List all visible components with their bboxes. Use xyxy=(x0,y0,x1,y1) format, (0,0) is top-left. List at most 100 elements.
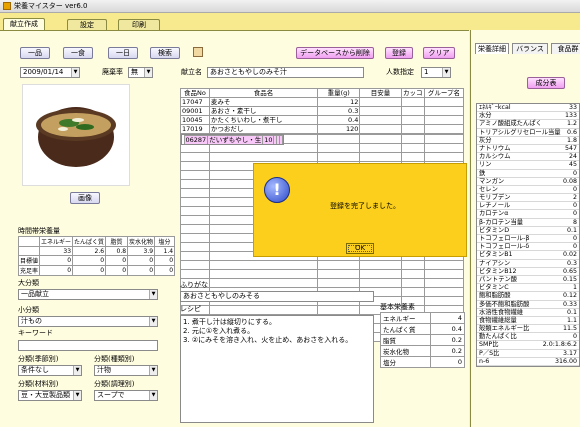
table-row[interactable] xyxy=(180,278,465,288)
recipe-textarea[interactable]: 1. 煮干し汁は縦切りにする。 2. 元に①を入れ煮る。 3. ②にみそを溶き入… xyxy=(180,315,374,423)
tab-balance[interactable]: バランス xyxy=(512,43,548,54)
weight-cell[interactable] xyxy=(317,143,361,153)
tab-settings[interactable]: 設定 xyxy=(67,19,107,30)
table-row[interactable] xyxy=(180,260,465,270)
table-row[interactable]: 09001 あおさ・素干し 0.3 xyxy=(180,106,465,116)
ok-button[interactable]: OK xyxy=(346,243,374,254)
measure-cell[interactable] xyxy=(359,269,402,279)
recipe-line: 2. 元に①を入れ煮る。 xyxy=(183,327,255,335)
table-row[interactable]: 06287 だいずもやし・生 10 xyxy=(180,134,285,145)
table-row[interactable]: 10045 かたくちいわし・煮干し 0.4 xyxy=(180,115,465,125)
nutrient-value: 0 xyxy=(572,185,577,193)
chevron-down-icon[interactable]: ▼ xyxy=(71,68,79,77)
nutrient-name: 多価不飽和脂肪酸 xyxy=(479,300,530,308)
date-select[interactable]: 2009/01/14 ▼ xyxy=(20,67,80,78)
measure-cell[interactable] xyxy=(359,278,402,288)
kind-select[interactable]: 汁物 ▼ xyxy=(94,365,158,376)
table-row[interactable] xyxy=(180,152,465,162)
weight-cell[interactable]: 0.4 xyxy=(317,115,361,125)
weight-cell[interactable]: 10 xyxy=(262,135,275,144)
nutrient-name: モリブデン xyxy=(479,194,511,202)
material-select[interactable]: 豆・大豆製品類 ▼ xyxy=(18,390,82,401)
weight-cell[interactable] xyxy=(317,278,361,288)
weight-cell[interactable] xyxy=(317,269,361,279)
food-name-cell xyxy=(208,269,319,279)
chevron-down-icon[interactable]: ▼ xyxy=(73,391,81,400)
edit-icon[interactable] xyxy=(193,47,203,57)
nutrient-name: ビタミンB1 xyxy=(479,251,513,259)
chevron-down-icon[interactable]: ▼ xyxy=(442,68,450,77)
weight-cell[interactable]: 120 xyxy=(317,124,361,134)
nutrient-value: 1.1 xyxy=(566,316,577,324)
chevron-down-icon[interactable]: ▼ xyxy=(73,366,81,375)
weight-cell[interactable] xyxy=(317,134,361,144)
food-no-cell: 17019 xyxy=(180,124,210,134)
measure-cell[interactable] xyxy=(359,260,402,270)
waste-rate-select[interactable]: 無 ▼ xyxy=(128,67,153,78)
delete-from-db-button[interactable]: データベースから削除 xyxy=(296,47,374,59)
chevron-down-icon[interactable]: ▼ xyxy=(149,290,157,299)
basic-value: 0 xyxy=(430,356,465,368)
composition-table-button[interactable]: 成分表 xyxy=(527,77,565,89)
tab-food-group[interactable]: 食品群 xyxy=(551,43,580,54)
chevron-down-icon[interactable]: ▼ xyxy=(149,391,157,400)
food-name-cell xyxy=(208,260,319,270)
nutrient-row: 多価不飽和脂肪酸 0.33 xyxy=(477,301,579,309)
food-no-cell: 10045 xyxy=(180,115,210,125)
clear-button[interactable]: クリア xyxy=(423,47,455,59)
food-no-cell: 09001 xyxy=(180,106,210,116)
table-row[interactable]: 17019 かつおだし 120 xyxy=(180,124,465,134)
table-row[interactable] xyxy=(180,269,465,279)
tab-nutrient-detail[interactable]: 栄養詳細 xyxy=(475,43,509,54)
table-row: 33 2.6 0.8 3.9 1.4 xyxy=(17,246,176,256)
nutrient-name: n-6 xyxy=(479,357,490,365)
class-small-select[interactable]: 汁もの ▼ xyxy=(18,316,158,327)
register-button[interactable]: 登録 xyxy=(385,47,413,59)
keyword-field[interactable] xyxy=(18,340,158,351)
measure-cell[interactable] xyxy=(359,124,402,134)
group-cell xyxy=(423,134,465,144)
nutrient-value: 316.00 xyxy=(554,357,577,365)
tab-menu-create[interactable]: 献立作成 xyxy=(3,18,45,30)
furigana-field[interactable]: あおさともやしのみそる xyxy=(180,291,374,302)
nutrient-name: ビタミンD xyxy=(479,226,510,234)
table-row: 目標値 0 0 0 0 0 xyxy=(17,255,176,266)
season-select[interactable]: 条件なし ▼ xyxy=(18,365,82,376)
search-button[interactable]: 検索 xyxy=(150,47,180,59)
basic-name: エネルギー xyxy=(380,312,431,324)
weight-cell[interactable] xyxy=(317,152,361,162)
bracket-cell xyxy=(400,134,425,144)
row-label: 充足率 xyxy=(17,265,41,276)
nutrient-name: 飽和脂肪酸 xyxy=(479,292,511,300)
cooking-select[interactable]: スープで ▼ xyxy=(94,390,158,401)
measure-cell[interactable] xyxy=(359,106,402,116)
tab-print[interactable]: 印刷 xyxy=(118,19,160,30)
class-big-select[interactable]: 一品献立 ▼ xyxy=(18,289,158,300)
weight-cell[interactable] xyxy=(317,260,361,270)
single-meal-button[interactable]: 一食 xyxy=(63,47,93,59)
chevron-down-icon[interactable]: ▼ xyxy=(149,366,157,375)
nutrient-value: 3.17 xyxy=(562,349,577,357)
image-button[interactable]: 画像 xyxy=(70,192,100,204)
nutrient-row: 飽和脂肪酸 0.12 xyxy=(477,292,579,301)
chevron-down-icon[interactable]: ▼ xyxy=(149,317,157,326)
weight-cell[interactable]: 12 xyxy=(317,97,361,107)
measure-cell[interactable] xyxy=(359,134,402,144)
table-row[interactable]: 17047 麦みそ 12 xyxy=(180,97,465,107)
measure-cell[interactable] xyxy=(359,115,402,125)
servings-label: 人数指定 xyxy=(386,68,414,76)
basic-value: 0.2 xyxy=(430,345,465,357)
measure-cell[interactable] xyxy=(359,143,402,153)
measure-cell[interactable] xyxy=(359,97,402,107)
group-cell xyxy=(423,143,465,153)
measure-cell[interactable] xyxy=(359,152,402,162)
single-dish-button[interactable]: 一品 xyxy=(20,47,50,59)
chevron-down-icon[interactable]: ▼ xyxy=(144,68,152,77)
weight-cell[interactable] xyxy=(317,305,361,315)
servings-select[interactable]: 1 ▼ xyxy=(421,67,451,78)
one-day-button[interactable]: 一日 xyxy=(108,47,138,59)
menu-name-field[interactable]: あおさともやしのみそ汁 xyxy=(207,67,364,78)
nutrient-value: 0.08 xyxy=(562,177,577,185)
weight-cell[interactable]: 0.3 xyxy=(317,106,361,116)
table-row: 炭水化物 0.2 xyxy=(380,345,465,357)
